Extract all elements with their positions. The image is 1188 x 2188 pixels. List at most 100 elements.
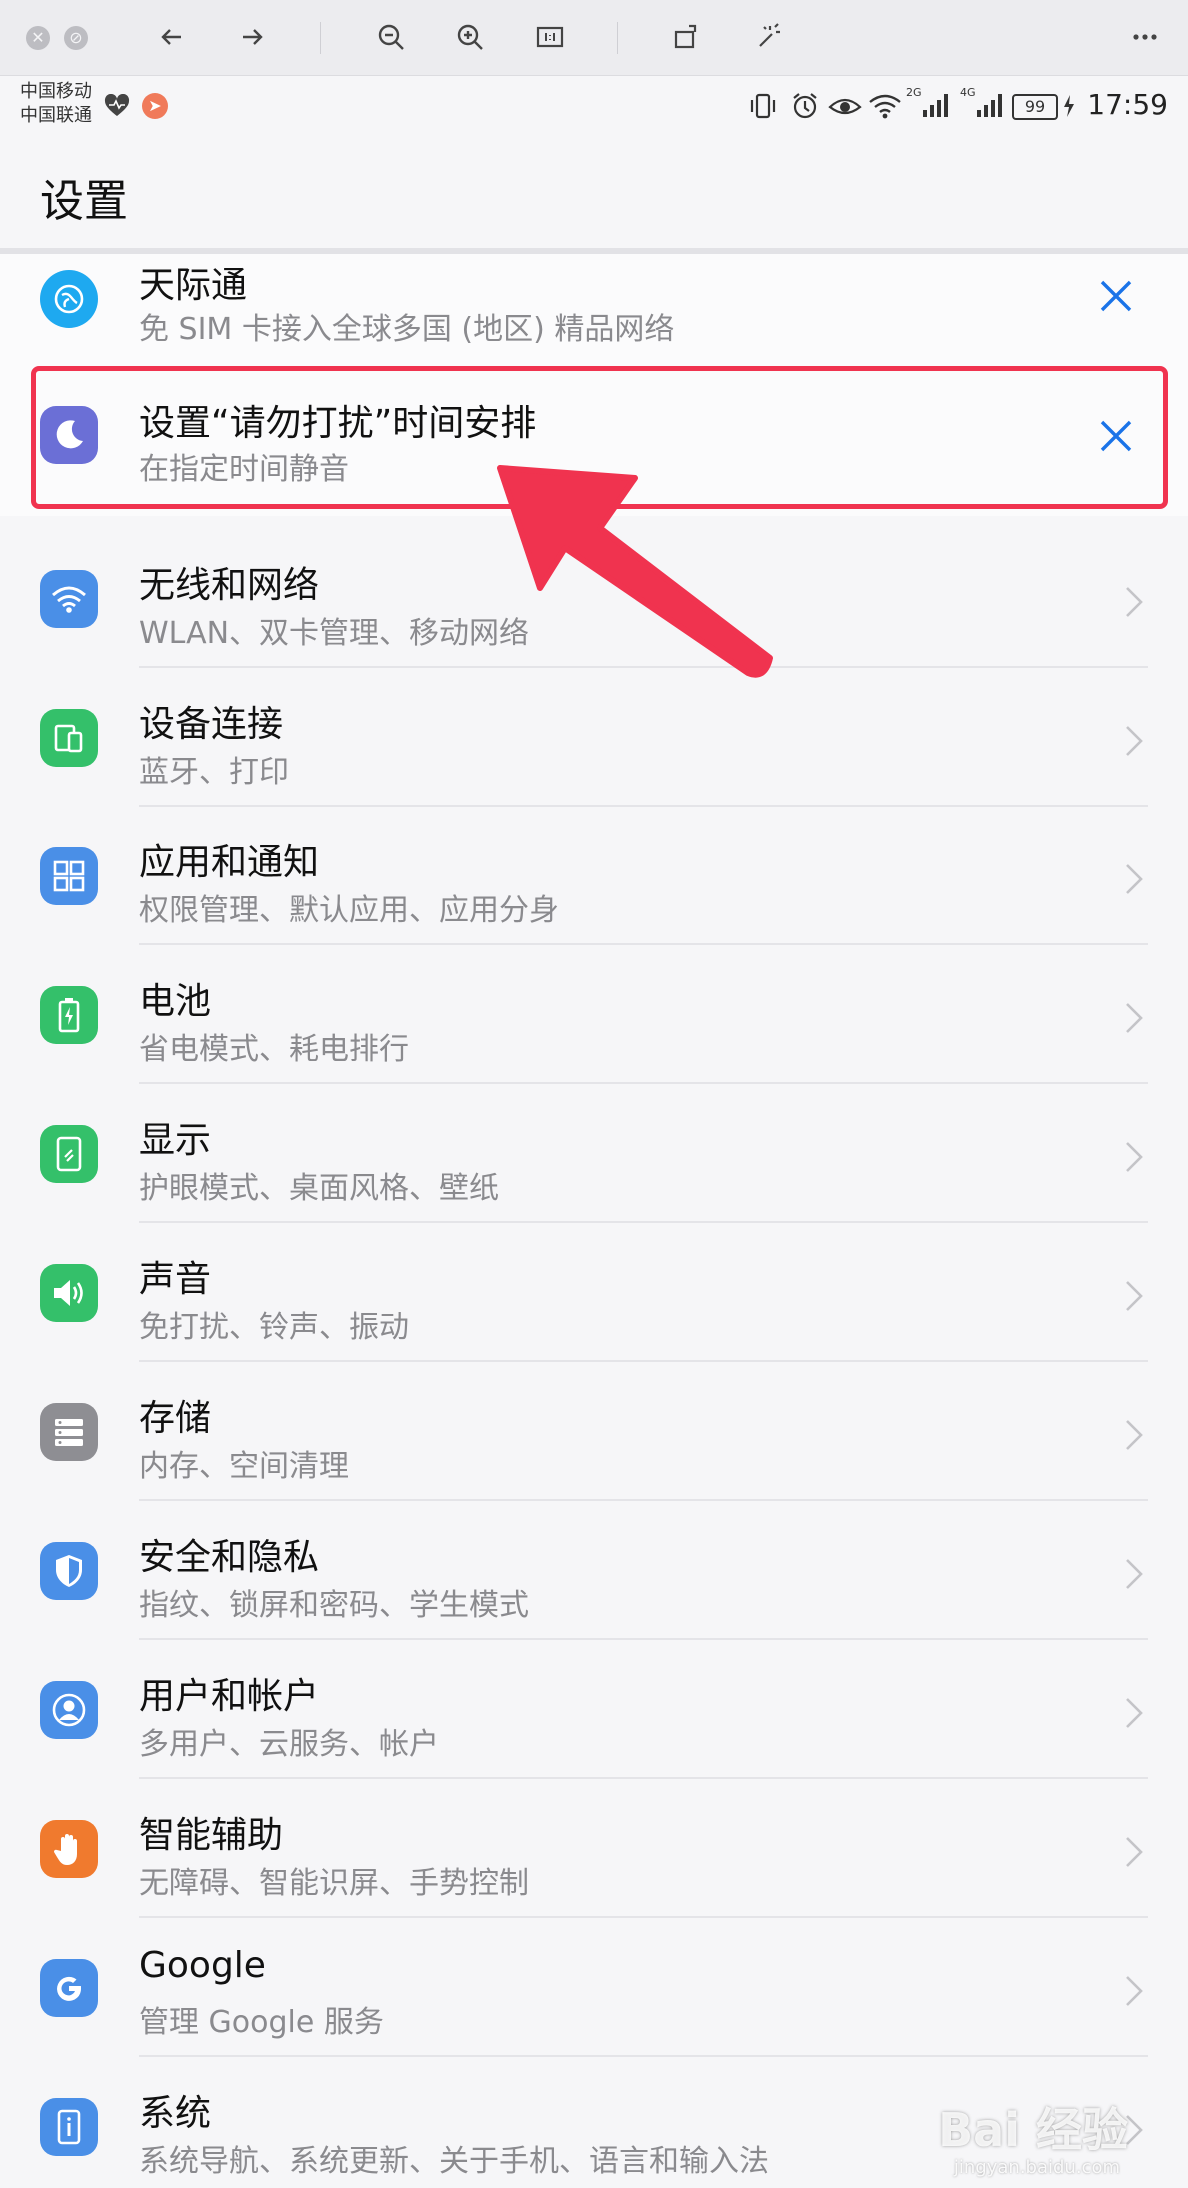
- row-divider: [139, 1638, 1148, 1640]
- row-divider: [139, 943, 1148, 945]
- sound-icon: [40, 1264, 98, 1322]
- chevron-right-icon: [1126, 587, 1143, 617]
- settings-item-sound[interactable]: 声音 免打扰、铃声、振动: [0, 1224, 1188, 1362]
- chevron-right-icon: [1126, 1976, 1143, 2006]
- settings-item-subtitle: 指纹、锁屏和密码、学生模式: [139, 1588, 529, 1623]
- close-window-icon[interactable]: ✕: [26, 26, 50, 50]
- settings-item-subtitle: 权限管理、默认应用、应用分身: [139, 893, 559, 928]
- row-divider: [139, 1221, 1148, 1223]
- signal-bars-1-icon: [923, 94, 948, 117]
- health-heart-icon: [104, 94, 130, 116]
- chevron-right-icon: [1126, 1003, 1143, 1033]
- settings-item-subtitle: 省电模式、耗电排行: [139, 1032, 409, 1067]
- annotation-arrow: [497, 465, 773, 678]
- row-divider: [139, 1499, 1148, 1501]
- viewer-toolbar: ✕ ⊘: [0, 0, 1188, 76]
- more-icon[interactable]: [1128, 20, 1162, 54]
- watermark-logo: Bai 经验: [938, 2103, 1128, 2157]
- forward-arrow-icon[interactable]: [235, 20, 269, 54]
- back-arrow-icon[interactable]: [155, 20, 189, 54]
- settings-item-title: 设备连接: [139, 704, 284, 745]
- battery-level: 99: [1012, 94, 1058, 120]
- close-icon[interactable]: [1094, 274, 1138, 318]
- storage-icon: [40, 1403, 98, 1461]
- display-icon: [40, 1125, 98, 1183]
- chevron-right-icon: [1126, 1698, 1143, 1728]
- settings-item-subtitle: 无障碍、智能识屏、手势控制: [139, 1866, 529, 1901]
- settings-item-title: 存储: [139, 1398, 212, 1439]
- settings-item-google[interactable]: Google 管理 Google 服务: [0, 1919, 1188, 2057]
- settings-item-storage[interactable]: 存储 内存、空间清理: [0, 1363, 1188, 1501]
- notification-app-icon: ➤: [142, 93, 168, 119]
- settings-item-device-connection[interactable]: 设备连接 蓝牙、打印: [0, 669, 1188, 807]
- settings-item-subtitle: 蓝牙、打印: [139, 755, 289, 790]
- google-icon: [40, 1959, 98, 2017]
- chevron-right-icon: [1126, 1837, 1143, 1867]
- row-divider: [139, 2055, 1148, 2057]
- chevron-right-icon: [1126, 864, 1143, 894]
- apps-icon: [40, 847, 98, 905]
- chevron-right-icon: [1126, 1559, 1143, 1589]
- settings-item-title: 系统: [139, 2093, 212, 2134]
- user-icon: [40, 1681, 98, 1739]
- toolbar-divider: [320, 22, 321, 54]
- magic-wand-icon[interactable]: [750, 20, 784, 54]
- settings-item-subtitle: 多用户、云服务、帐户: [139, 1727, 439, 1762]
- settings-item-subtitle: 护眼模式、桌面风格、壁纸: [139, 1171, 499, 1206]
- carrier-2-label: 中国联通: [20, 105, 92, 126]
- suggestion-title: 天际通: [139, 265, 248, 306]
- settings-item-title: 安全和隐私: [139, 1537, 320, 1578]
- hand-icon: [40, 1820, 98, 1878]
- chevron-right-icon: [1126, 1142, 1143, 1172]
- alarm-icon: [793, 93, 817, 119]
- device-connection-icon: [40, 709, 98, 767]
- settings-item-battery[interactable]: 电池 省电模式、耗电排行: [0, 946, 1188, 1084]
- vibrate-icon: [750, 93, 776, 119]
- settings-item-subtitle: 管理 Google 服务: [139, 2005, 384, 2040]
- chevron-right-icon: [1126, 1420, 1143, 1450]
- eye-comfort-icon: [828, 98, 862, 115]
- chevron-right-icon: [1126, 1281, 1143, 1311]
- settings-item-title: 应用和通知: [139, 842, 320, 883]
- zoom-out-icon[interactable]: [374, 20, 408, 54]
- row-divider: [139, 1916, 1148, 1918]
- rotate-icon[interactable]: [670, 20, 704, 54]
- system-icon: [40, 2098, 98, 2156]
- clock: 17:59: [1087, 88, 1168, 121]
- zoom-in-icon[interactable]: [453, 20, 487, 54]
- settings-item-security-privacy[interactable]: 安全和隐私 指纹、锁屏和密码、学生模式: [0, 1502, 1188, 1640]
- minimize-window-icon[interactable]: ⊘: [64, 26, 88, 50]
- network-2g-label: 2G: [906, 86, 922, 99]
- globe-icon: [40, 270, 98, 328]
- carrier-1-label: 中国移动: [20, 81, 92, 102]
- settings-item-title: 显示: [139, 1120, 212, 1161]
- settings-item-title: 智能辅助: [139, 1815, 284, 1856]
- actual-size-icon[interactable]: [533, 20, 567, 54]
- watermark-url: jingyan.baidu.com: [953, 2157, 1120, 2178]
- settings-item-users-accounts[interactable]: 用户和帐户 多用户、云服务、帐户: [0, 1641, 1188, 1779]
- row-divider: [139, 1082, 1148, 1084]
- battery-icon: [40, 986, 98, 1044]
- signal-bars-2-icon: [977, 94, 1002, 117]
- row-divider: [139, 1360, 1148, 1362]
- suggestion-subtitle: 免 SIM 卡接入全球多国 (地区) 精品网络: [139, 312, 675, 347]
- settings-item-display[interactable]: 显示 护眼模式、桌面风格、壁纸: [0, 1085, 1188, 1223]
- settings-item-title: Google: [139, 1945, 266, 1986]
- settings-item-subtitle: 内存、空间清理: [139, 1449, 349, 1484]
- settings-item-smart-assistance[interactable]: 智能辅助 无障碍、智能识屏、手势控制: [0, 1780, 1188, 1918]
- status-bar: 中国移动 中国联通 ➤ 2G 4G 99 17:59: [0, 76, 1188, 136]
- settings-item-apps-notifications[interactable]: 应用和通知 权限管理、默认应用、应用分身: [0, 807, 1188, 945]
- settings-item-title: 用户和帐户: [139, 1676, 320, 1717]
- chevron-right-icon: [1126, 726, 1143, 756]
- network-4g-label: 4G: [960, 86, 976, 99]
- row-divider: [139, 1777, 1148, 1779]
- settings-item-title: 无线和网络: [139, 565, 320, 606]
- settings-item-title: 电池: [139, 981, 212, 1022]
- settings-item-subtitle: WLAN、双卡管理、移动网络: [139, 616, 530, 651]
- toolbar-divider: [617, 22, 618, 54]
- settings-item-subtitle: 系统导航、系统更新、关于手机、语言和输入法: [139, 2144, 769, 2179]
- wifi-status-icon: [869, 94, 901, 119]
- charging-icon: [1064, 95, 1074, 117]
- page-title: 设置: [40, 176, 128, 227]
- wifi-icon: [40, 570, 98, 628]
